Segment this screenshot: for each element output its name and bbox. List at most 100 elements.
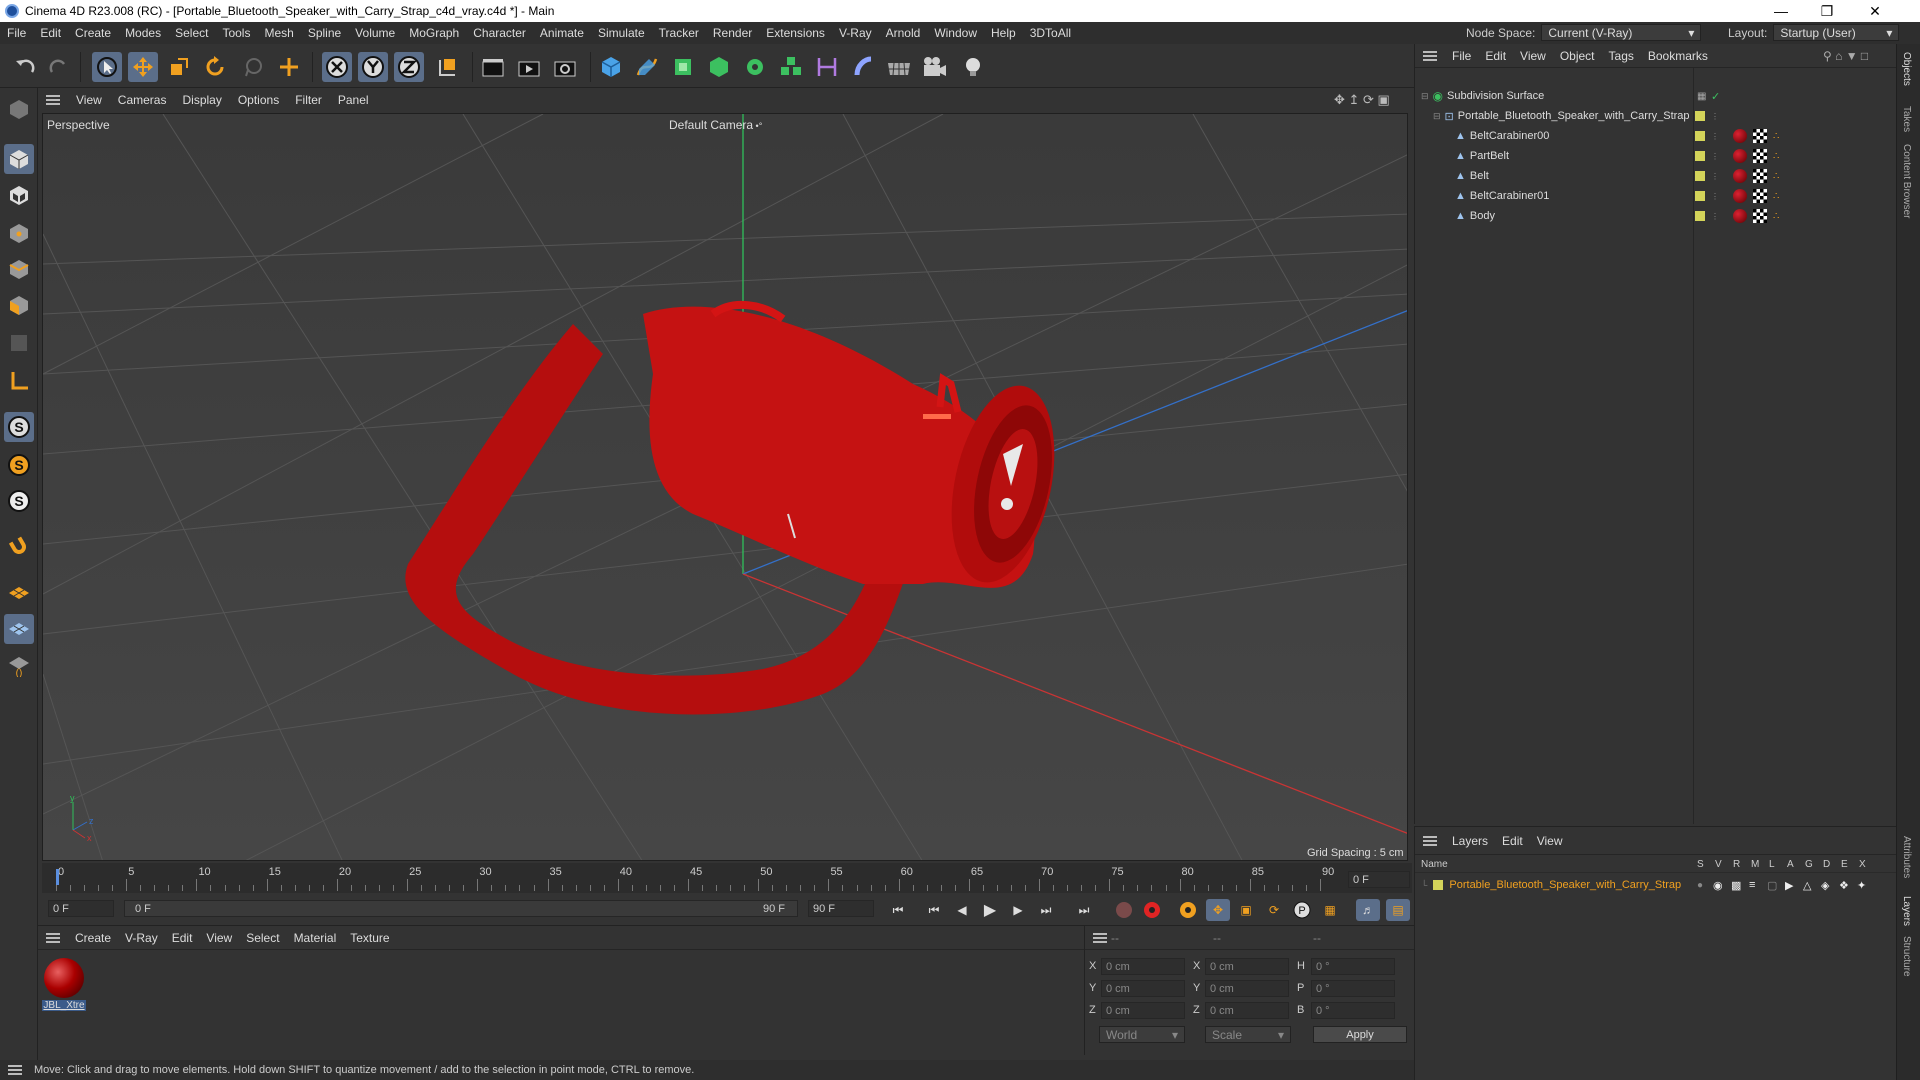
previous-key-button[interactable]: ⏮ (922, 899, 946, 921)
collapse-icon[interactable]: ⊟ (1433, 111, 1441, 122)
subdivision-surface-button[interactable] (668, 52, 698, 82)
viewport-menu-filter[interactable]: Filter (287, 93, 330, 107)
tab-layers[interactable]: Layers (1901, 896, 1912, 926)
object-row[interactable]: ⊟ ◉ Subdivision Surface ▦ ✓ (1415, 86, 1897, 106)
layout-dropdown[interactable]: Startup (User) ▾ (1773, 24, 1900, 41)
material-tag-icon[interactable] (1733, 149, 1747, 163)
menu-spline[interactable]: Spline (301, 26, 348, 40)
layer-color-swatch[interactable] (1695, 191, 1705, 201)
animation-play-icon[interactable]: ▶ (1785, 879, 1793, 892)
hamburger-menu-icon[interactable] (8, 1065, 22, 1075)
undo-button[interactable] (10, 52, 40, 82)
object-menu-bookmarks[interactable]: Bookmarks (1641, 49, 1715, 63)
tab-takes[interactable]: Takes (1901, 106, 1912, 132)
axis-mode-button[interactable] (4, 366, 34, 396)
tab-structure[interactable]: Structure (1901, 936, 1912, 977)
selection-tag-icon[interactable]: ∴ (1773, 151, 1779, 162)
timeline-playhead[interactable] (56, 869, 59, 885)
z-axis-button[interactable] (394, 52, 424, 82)
layer-menu-edit[interactable]: Edit (1495, 834, 1530, 848)
selection-tag-icon[interactable]: ∴ (1773, 171, 1779, 182)
generator-icon[interactable]: △ (1803, 879, 1811, 892)
layer-color-swatch[interactable] (1695, 171, 1705, 181)
selection-tag-icon[interactable]: ∴ (1773, 131, 1779, 142)
generator-button[interactable] (704, 52, 734, 82)
layer-col-animation[interactable]: A (1787, 859, 1794, 870)
menu-tools[interactable]: Tools (215, 26, 257, 40)
texture-mode-button[interactable] (4, 180, 34, 210)
layer-col-xref[interactable]: X (1859, 859, 1866, 870)
hamburger-menu-icon[interactable] (46, 932, 60, 943)
layer-col-manager[interactable]: M (1751, 859, 1759, 870)
collapse-icon[interactable]: ⊟ (1421, 91, 1429, 102)
polygons-mode-button[interactable] (4, 290, 34, 320)
layer-col-locked[interactable]: L (1769, 859, 1775, 870)
go-to-end-button[interactable]: ⏭ (1072, 899, 1096, 921)
viewport-menu-display[interactable]: Display (174, 93, 229, 107)
visibility-dots-icon[interactable]: ⋮ (1711, 132, 1719, 141)
position-z-field[interactable]: 0 cm (1101, 1002, 1185, 1019)
workplane-button[interactable]: S (4, 486, 34, 516)
menu-edit[interactable]: Edit (33, 26, 68, 40)
go-to-start-button[interactable]: ⏮ (886, 899, 910, 921)
speaker-model[interactable] (405, 300, 1070, 715)
solo-button[interactable]: S (4, 450, 34, 480)
menu-simulate[interactable]: Simulate (591, 26, 652, 40)
layer-col-view[interactable]: V (1715, 859, 1722, 870)
object-menu-view[interactable]: View (1513, 49, 1553, 63)
hamburger-menu-icon[interactable] (1093, 932, 1107, 943)
uv-mode-button[interactable] (4, 328, 34, 358)
motion-system-button[interactable]: ♬ (1356, 899, 1380, 921)
snap-toggle-button[interactable]: S (4, 412, 34, 442)
material-tag-icon[interactable] (1733, 209, 1747, 223)
viewport-menu-view[interactable]: View (68, 93, 110, 107)
lock-icon[interactable]: ▢ (1767, 879, 1777, 892)
record-keys-button[interactable] (1112, 899, 1136, 921)
menu-extensions[interactable]: Extensions (759, 26, 832, 40)
deformer-button[interactable] (776, 52, 806, 82)
material-menu-material[interactable]: Material (287, 931, 344, 945)
menu-3dtoall[interactable]: 3DToAll (1023, 26, 1078, 40)
field-button[interactable] (812, 52, 842, 82)
viewport-menu-panel[interactable]: Panel (330, 93, 377, 107)
uv-tag-icon[interactable] (1753, 129, 1767, 143)
layer-color-swatch[interactable] (1695, 111, 1705, 121)
menu-mograph[interactable]: MoGraph (402, 26, 466, 40)
close-button[interactable]: ✕ (1852, 0, 1898, 22)
object-row[interactable]: ▲ Belt ⋮ ∴ (1415, 166, 1897, 186)
environment-floor-button[interactable] (884, 52, 914, 82)
menu-animate[interactable]: Animate (533, 26, 591, 40)
start-frame-field[interactable]: 0 F (48, 900, 114, 917)
menu-window[interactable]: Window (927, 26, 984, 40)
position-x-field[interactable]: 0 cm (1101, 958, 1185, 975)
projection-label[interactable]: Perspective (47, 118, 110, 132)
object-row[interactable]: ▲ BeltCarabiner00 ⋮ ∴ (1415, 126, 1897, 146)
visibility-dots-icon[interactable]: ⋮ (1711, 192, 1719, 201)
mograph-cloner-button[interactable] (740, 52, 770, 82)
visibility-dots-icon[interactable]: ⋮ (1711, 112, 1719, 121)
key-position-button[interactable]: ✥ (1206, 899, 1230, 921)
tab-content-browser[interactable]: Content Browser (1901, 144, 1912, 218)
material-menu-edit[interactable]: Edit (165, 931, 200, 945)
play-button[interactable]: ▶ (978, 899, 1002, 921)
expression-icon[interactable]: ❖ (1839, 879, 1849, 892)
layer-col-expressions[interactable]: E (1841, 859, 1848, 870)
material-tag-icon[interactable] (1733, 129, 1747, 143)
model-mode-button[interactable] (4, 144, 34, 174)
object-menu-edit[interactable]: Edit (1478, 49, 1513, 63)
render-clapper-icon[interactable]: ▩ (1731, 879, 1741, 892)
layer-col-generators[interactable]: G (1805, 859, 1813, 870)
menu-file[interactable]: File (0, 26, 33, 40)
layer-color-swatch[interactable] (1695, 131, 1705, 141)
object-menu-object[interactable]: Object (1553, 49, 1602, 63)
make-editable-button[interactable] (4, 94, 34, 124)
viewport-scene[interactable] (43, 114, 1408, 861)
layer-color-swatch[interactable] (1695, 211, 1705, 221)
key-rotation-button[interactable]: ⟳ (1262, 899, 1286, 921)
points-mode-button[interactable] (4, 218, 34, 248)
menu-modes[interactable]: Modes (118, 26, 168, 40)
rotate-tool-button[interactable] (200, 52, 230, 82)
tab-attributes[interactable]: Attributes (1901, 836, 1912, 878)
object-menu-tags[interactable]: Tags (1602, 49, 1641, 63)
uv-tag-icon[interactable] (1753, 209, 1767, 223)
